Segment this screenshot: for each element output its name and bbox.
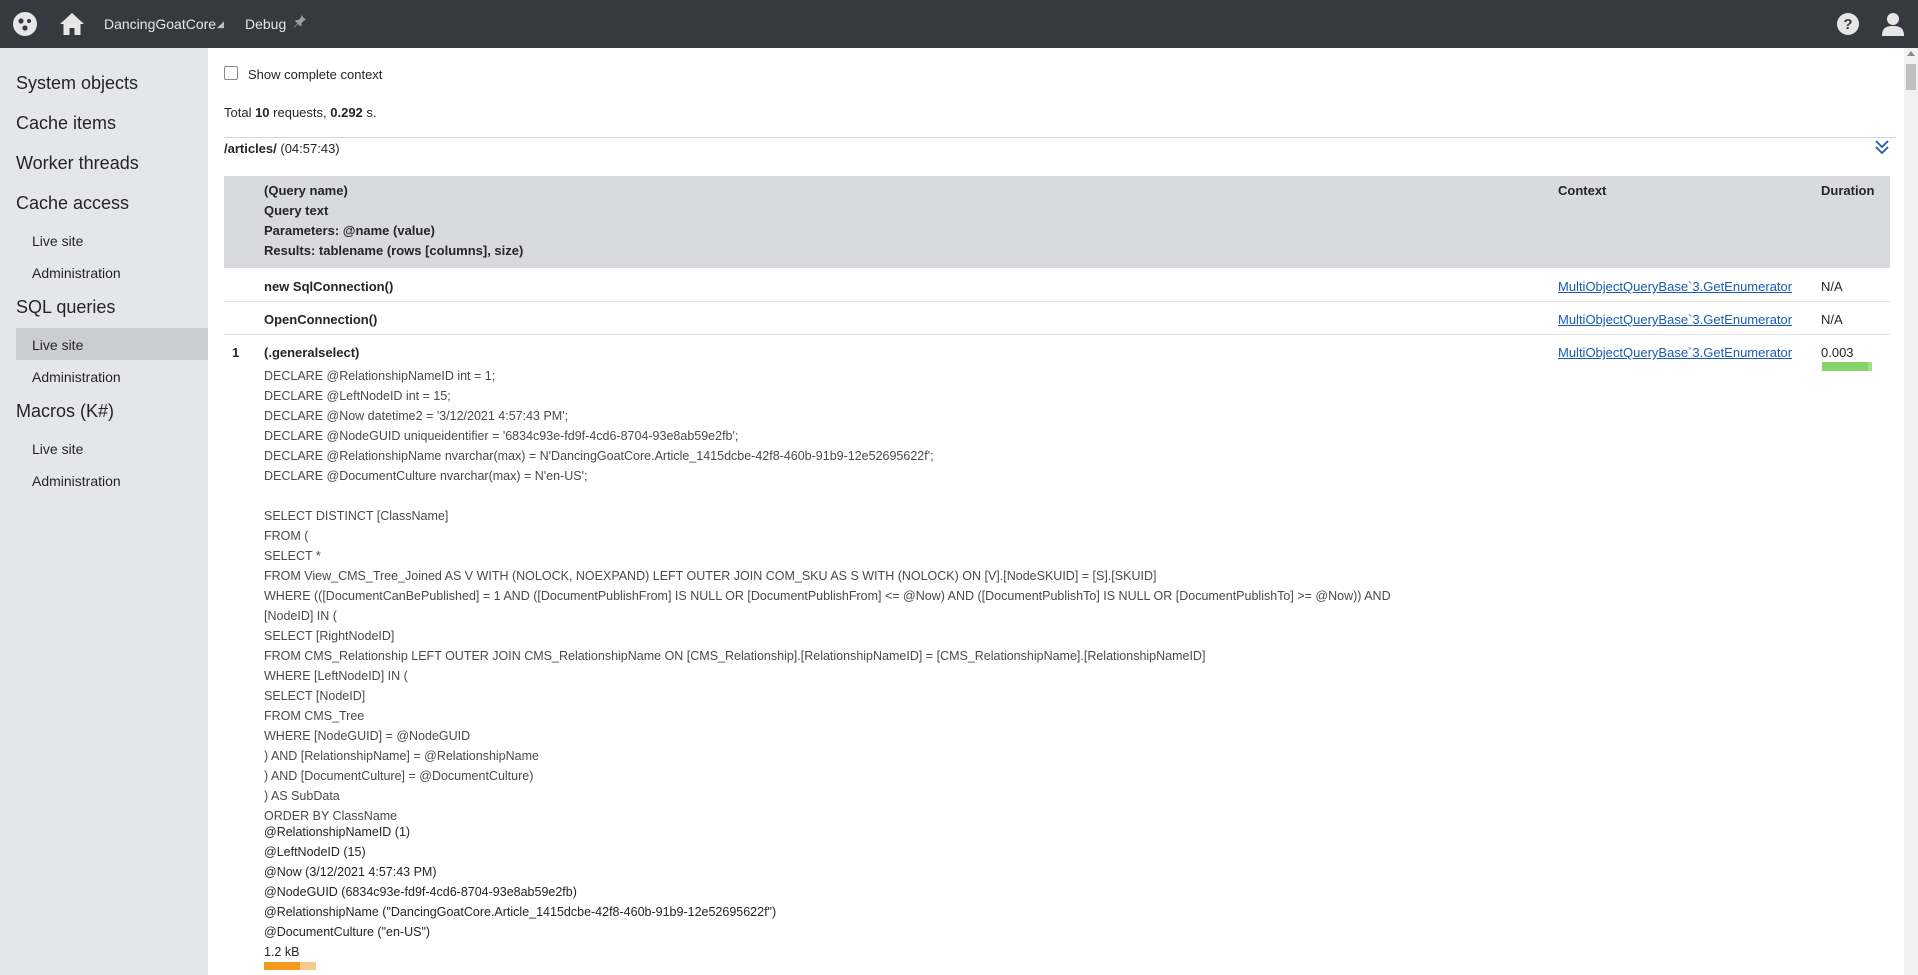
sql-line: FROM CMS_Tree [264, 709, 365, 723]
parameter-line: @RelationshipName ("DancingGoatCore.Arti… [264, 905, 777, 919]
sidebar-item-cache-access-administration[interactable]: Administration [32, 265, 121, 281]
request-time: (04:57:43) [276, 141, 340, 156]
sql-line: DECLARE @Now datetime2 = '3/12/2021 4:57… [264, 409, 569, 423]
sql-line: DECLARE @DocumentCulture nvarchar(max) =… [264, 469, 588, 483]
query-name: OpenConnection() [264, 312, 378, 327]
show-context-label[interactable]: Show complete context [248, 67, 382, 82]
parameter-line: @LeftNodeID (15) [264, 845, 366, 859]
sql-line: DECLARE @NodeGUID uniqueidentifier = '68… [264, 429, 739, 443]
header-query-text: Query text [264, 203, 329, 218]
show-context-checkbox[interactable] [224, 66, 238, 80]
duration-bar [1822, 362, 1872, 371]
sql-line: DECLARE @LeftNodeID int = 15; [264, 389, 451, 403]
context-link[interactable]: MultiObjectQueryBase`3.GetEnumerator [1558, 312, 1792, 327]
sidebar: System objects Cache items Worker thread… [0, 48, 208, 975]
duration-value: N/A [1821, 279, 1843, 294]
duration-value: 0.003 [1821, 345, 1854, 360]
sidebar-item-sql-queries[interactable]: SQL queries [16, 297, 115, 318]
totals-summary: Total 10 requests, 0.292 s. [224, 105, 377, 120]
result-size: 1.2 kB [264, 945, 300, 959]
sql-line: WHERE (([DocumentCanBePublished] = 1 AND… [264, 589, 1391, 603]
size-bar-fill [264, 962, 301, 970]
query-name: new SqlConnection() [264, 279, 394, 294]
header-query-name: (Query name) [264, 183, 348, 198]
sql-line: ) AND [DocumentCulture] = @DocumentCultu… [264, 769, 534, 783]
size-bar [264, 962, 316, 970]
breadcrumb-debug: Debug [245, 16, 287, 32]
totals-seconds: 0.292 [330, 105, 363, 120]
query-text: DECLARE @RelationshipNameID int = 1; DECL… [264, 366, 1391, 826]
totals-suffix: s. [362, 105, 377, 120]
context-link[interactable]: MultiObjectQueryBase`3.GetEnumerator [1558, 345, 1792, 360]
sql-line: ) AND [RelationshipName] = @Relationship… [264, 749, 539, 763]
sidebar-item-sql-queries-administration[interactable]: Administration [32, 369, 121, 385]
sidebar-item-system-objects[interactable]: System objects [16, 73, 138, 94]
header-duration: Duration [1821, 183, 1875, 198]
row-divider [224, 334, 1890, 335]
sidebar-item-macros[interactable]: Macros (K#) [16, 401, 114, 422]
sidebar-item-cache-items[interactable]: Cache items [16, 113, 116, 134]
request-header: /articles/ (04:57:43) [224, 141, 340, 156]
scrollbar-thumb[interactable] [1906, 64, 1916, 90]
context-link[interactable]: MultiObjectQueryBase`3.GetEnumerator [1558, 279, 1792, 294]
query-parameters: @RelationshipNameID (1) @LeftNodeID (15) @… [264, 822, 776, 962]
sql-line: FROM View_CMS_Tree_Joined AS V WITH (NOL… [264, 569, 1157, 583]
sidebar-item-label: Live site [32, 337, 84, 353]
kentico-logo-icon[interactable] [12, 11, 38, 37]
sql-line: SELECT [NodeID] [264, 689, 366, 703]
sql-line [264, 486, 1391, 506]
sql-line: [NodeID] IN ( [264, 609, 337, 623]
svg-text:?: ? [1843, 16, 1852, 33]
totals-requests: 10 [255, 105, 270, 120]
user-icon[interactable] [1880, 11, 1906, 37]
duration-bar-fill [1822, 362, 1868, 371]
site-selector[interactable]: DancingGoatCore [104, 16, 216, 32]
sidebar-item-cache-access[interactable]: Cache access [16, 193, 129, 214]
query-name: (.generalselect) [264, 345, 360, 360]
sql-line: SELECT * [264, 549, 321, 563]
header-results: Results: tablename (rows [columns], size… [264, 243, 524, 258]
totals-prefix: Total [224, 105, 256, 120]
scroll-up-arrow-icon[interactable] [1907, 51, 1915, 56]
sql-line: WHERE [LeftNodeID] IN ( [264, 669, 408, 683]
parameter-line: @DocumentCulture ("en-US") [264, 925, 431, 939]
collapse-chevron-icon[interactable] [1874, 138, 1890, 156]
divider [224, 137, 1896, 138]
sidebar-item-sql-queries-live-site[interactable]: Live site [16, 328, 208, 360]
sql-line: SELECT [RightNodeID] [264, 629, 395, 643]
sidebar-item-macros-live-site[interactable]: Live site [32, 441, 83, 457]
parameter-line: @Now (3/12/2021 4:57:43 PM) [264, 865, 437, 879]
sidebar-item-macros-administration[interactable]: Administration [32, 473, 121, 489]
pin-icon[interactable] [293, 14, 307, 28]
request-path: /articles/ [224, 141, 277, 156]
parameter-line: @NodeGUID (6834c93e-fd9f-4cd6-8704-93e8a… [264, 885, 577, 899]
totals-mid: requests, [269, 105, 331, 120]
header-context: Context [1558, 183, 1607, 198]
sql-line: WHERE [NodeGUID] = @NodeGUID [264, 729, 471, 743]
sql-line: FROM ( [264, 529, 309, 543]
top-bar: DancingGoatCore ◢ Debug ? [0, 0, 1918, 48]
duration-value: N/A [1821, 312, 1843, 327]
home-icon[interactable] [58, 10, 86, 38]
query-index: 1 [232, 345, 240, 360]
sql-line: DECLARE @RelationshipNameID int = 1; [264, 369, 496, 383]
row-divider [224, 301, 1890, 302]
sidebar-item-worker-threads[interactable]: Worker threads [16, 153, 139, 174]
vertical-scrollbar[interactable] [1904, 48, 1918, 975]
site-caret-icon[interactable]: ◢ [217, 19, 224, 30]
sql-line: DECLARE @RelationshipName nvarchar(max) … [264, 449, 934, 463]
help-icon[interactable]: ? [1836, 12, 1860, 36]
sql-line: FROM CMS_Relationship LEFT OUTER JOIN CM… [264, 649, 1206, 663]
header-parameters: Parameters: @name (value) [264, 223, 435, 238]
parameter-line: @RelationshipNameID (1) [264, 825, 411, 839]
sql-line: SELECT DISTINCT [ClassName] [264, 509, 449, 523]
sql-line: ) AS SubData [264, 789, 340, 803]
sidebar-item-cache-access-live-site[interactable]: Live site [32, 233, 83, 249]
